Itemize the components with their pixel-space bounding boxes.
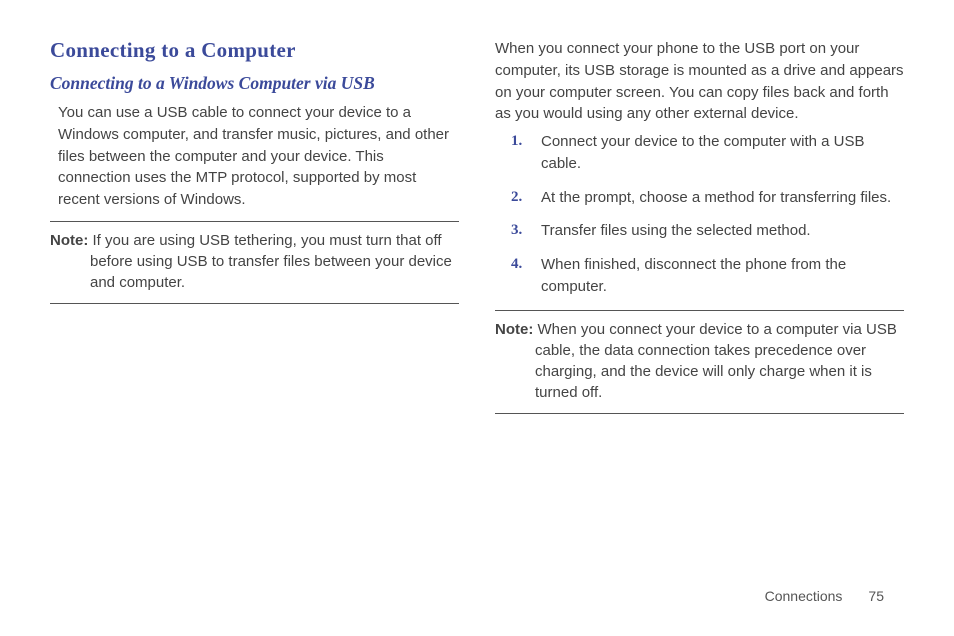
footer-page-number: 75	[868, 588, 884, 604]
list-item: 1.Connect your device to the computer wi…	[523, 131, 904, 175]
list-item: 4.When finished, disconnect the phone fr…	[523, 254, 904, 298]
note-label: Note:	[495, 321, 533, 338]
note-text: When you connect your device to a comput…	[533, 321, 897, 401]
step-number: 1.	[511, 131, 522, 153]
note-label: Note:	[50, 232, 88, 249]
list-item: 3.Transfer files using the selected meth…	[523, 220, 904, 242]
page-footer: Connections 75	[765, 588, 884, 604]
step-text: At the prompt, choose a method for trans…	[541, 189, 891, 206]
divider	[495, 310, 904, 311]
footer-section-name: Connections	[765, 588, 843, 604]
divider	[495, 413, 904, 414]
step-number: 3.	[511, 220, 522, 242]
divider	[50, 303, 459, 304]
note-text: If you are using USB tethering, you must…	[88, 232, 452, 291]
content-columns: Connecting to a Computer Connecting to a…	[50, 38, 904, 422]
step-number: 4.	[511, 254, 522, 276]
list-item: 2.At the prompt, choose a method for tra…	[523, 187, 904, 209]
subsection-heading: Connecting to a Windows Computer via USB	[50, 73, 459, 94]
divider	[50, 221, 459, 222]
step-text: When finished, disconnect the phone from…	[541, 256, 846, 295]
step-number: 2.	[511, 187, 522, 209]
left-column: Connecting to a Computer Connecting to a…	[50, 38, 459, 422]
note-block-left: Note: If you are using USB tethering, yo…	[50, 230, 459, 293]
intro-paragraph-right: When you connect your phone to the USB p…	[495, 38, 904, 125]
intro-paragraph-left: You can use a USB cable to connect your …	[50, 102, 459, 211]
section-heading: Connecting to a Computer	[50, 38, 459, 63]
steps-list: 1. Connect your device to the computer wi…	[495, 131, 904, 298]
step-text: Connect your device to the computer with…	[541, 133, 865, 172]
right-column: When you connect your phone to the USB p…	[495, 38, 904, 422]
step-text: Transfer files using the selected method…	[541, 222, 811, 239]
note-block-right: Note: When you connect your device to a …	[495, 319, 904, 403]
